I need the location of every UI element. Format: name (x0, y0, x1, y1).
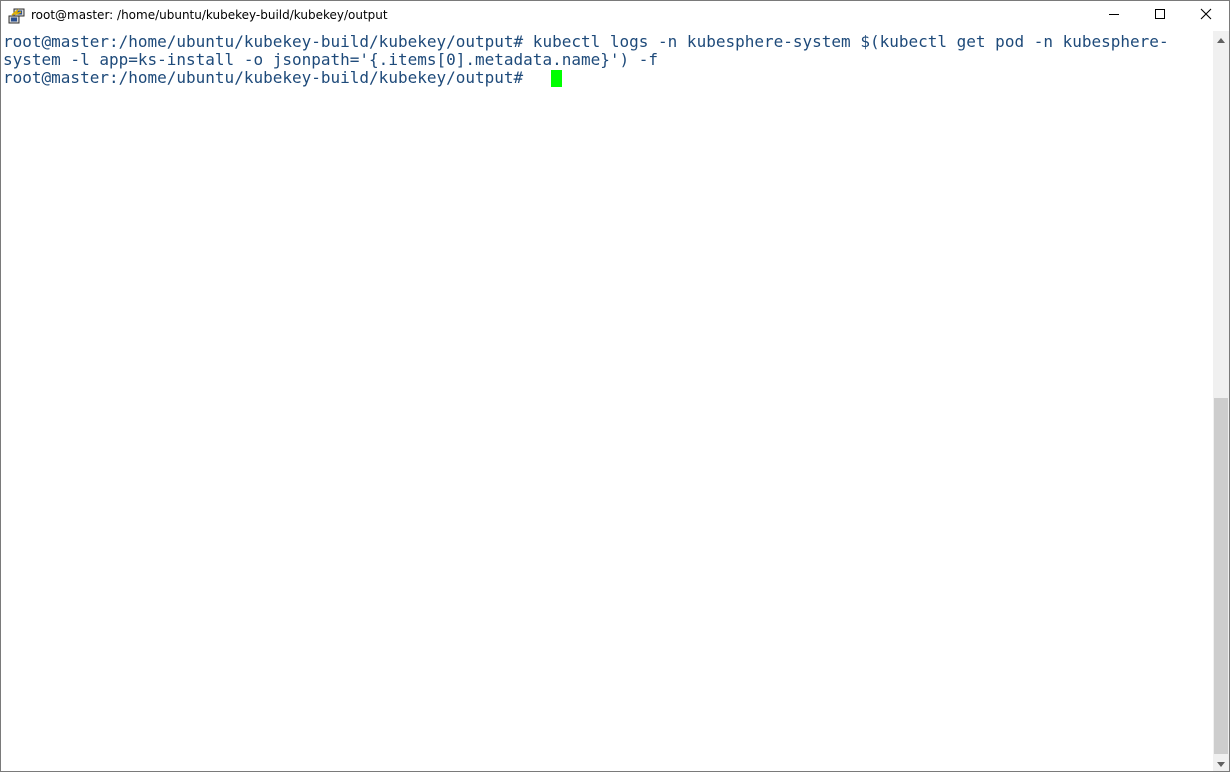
terminal-area[interactable]: root@master:/home/ubuntu/kubekey-build/k… (1, 31, 1213, 771)
minimize-icon (1108, 7, 1120, 25)
terminal-line: root@master:/home/ubuntu/kubekey-build/k… (3, 32, 1169, 51)
terminal-prompt: root@master:/home/ubuntu/kubekey-build/k… (3, 68, 533, 87)
terminal-window: root@master: /home/ubuntu/kubekey-build/… (0, 0, 1230, 772)
chevron-down-icon (1217, 754, 1225, 771)
minimize-button[interactable] (1091, 1, 1137, 31)
vertical-scrollbar[interactable] (1213, 31, 1229, 771)
maximize-icon (1154, 7, 1166, 25)
putty-icon[interactable] (8, 7, 26, 25)
terminal-cursor (551, 70, 562, 87)
scrollbar-thumb[interactable] (1214, 398, 1228, 754)
close-button[interactable] (1183, 1, 1229, 31)
window-title: root@master: /home/ubuntu/kubekey-build/… (31, 8, 388, 22)
maximize-button[interactable] (1137, 1, 1183, 31)
chevron-up-icon (1217, 30, 1225, 48)
close-icon (1200, 7, 1212, 25)
title-bar[interactable]: root@master: /home/ubuntu/kubekey-build/… (1, 1, 1229, 31)
scroll-up-button[interactable] (1213, 31, 1229, 47)
scroll-down-button[interactable] (1213, 755, 1229, 771)
terminal-line: system -l app=ks-install -o jsonpath='{.… (3, 50, 659, 69)
